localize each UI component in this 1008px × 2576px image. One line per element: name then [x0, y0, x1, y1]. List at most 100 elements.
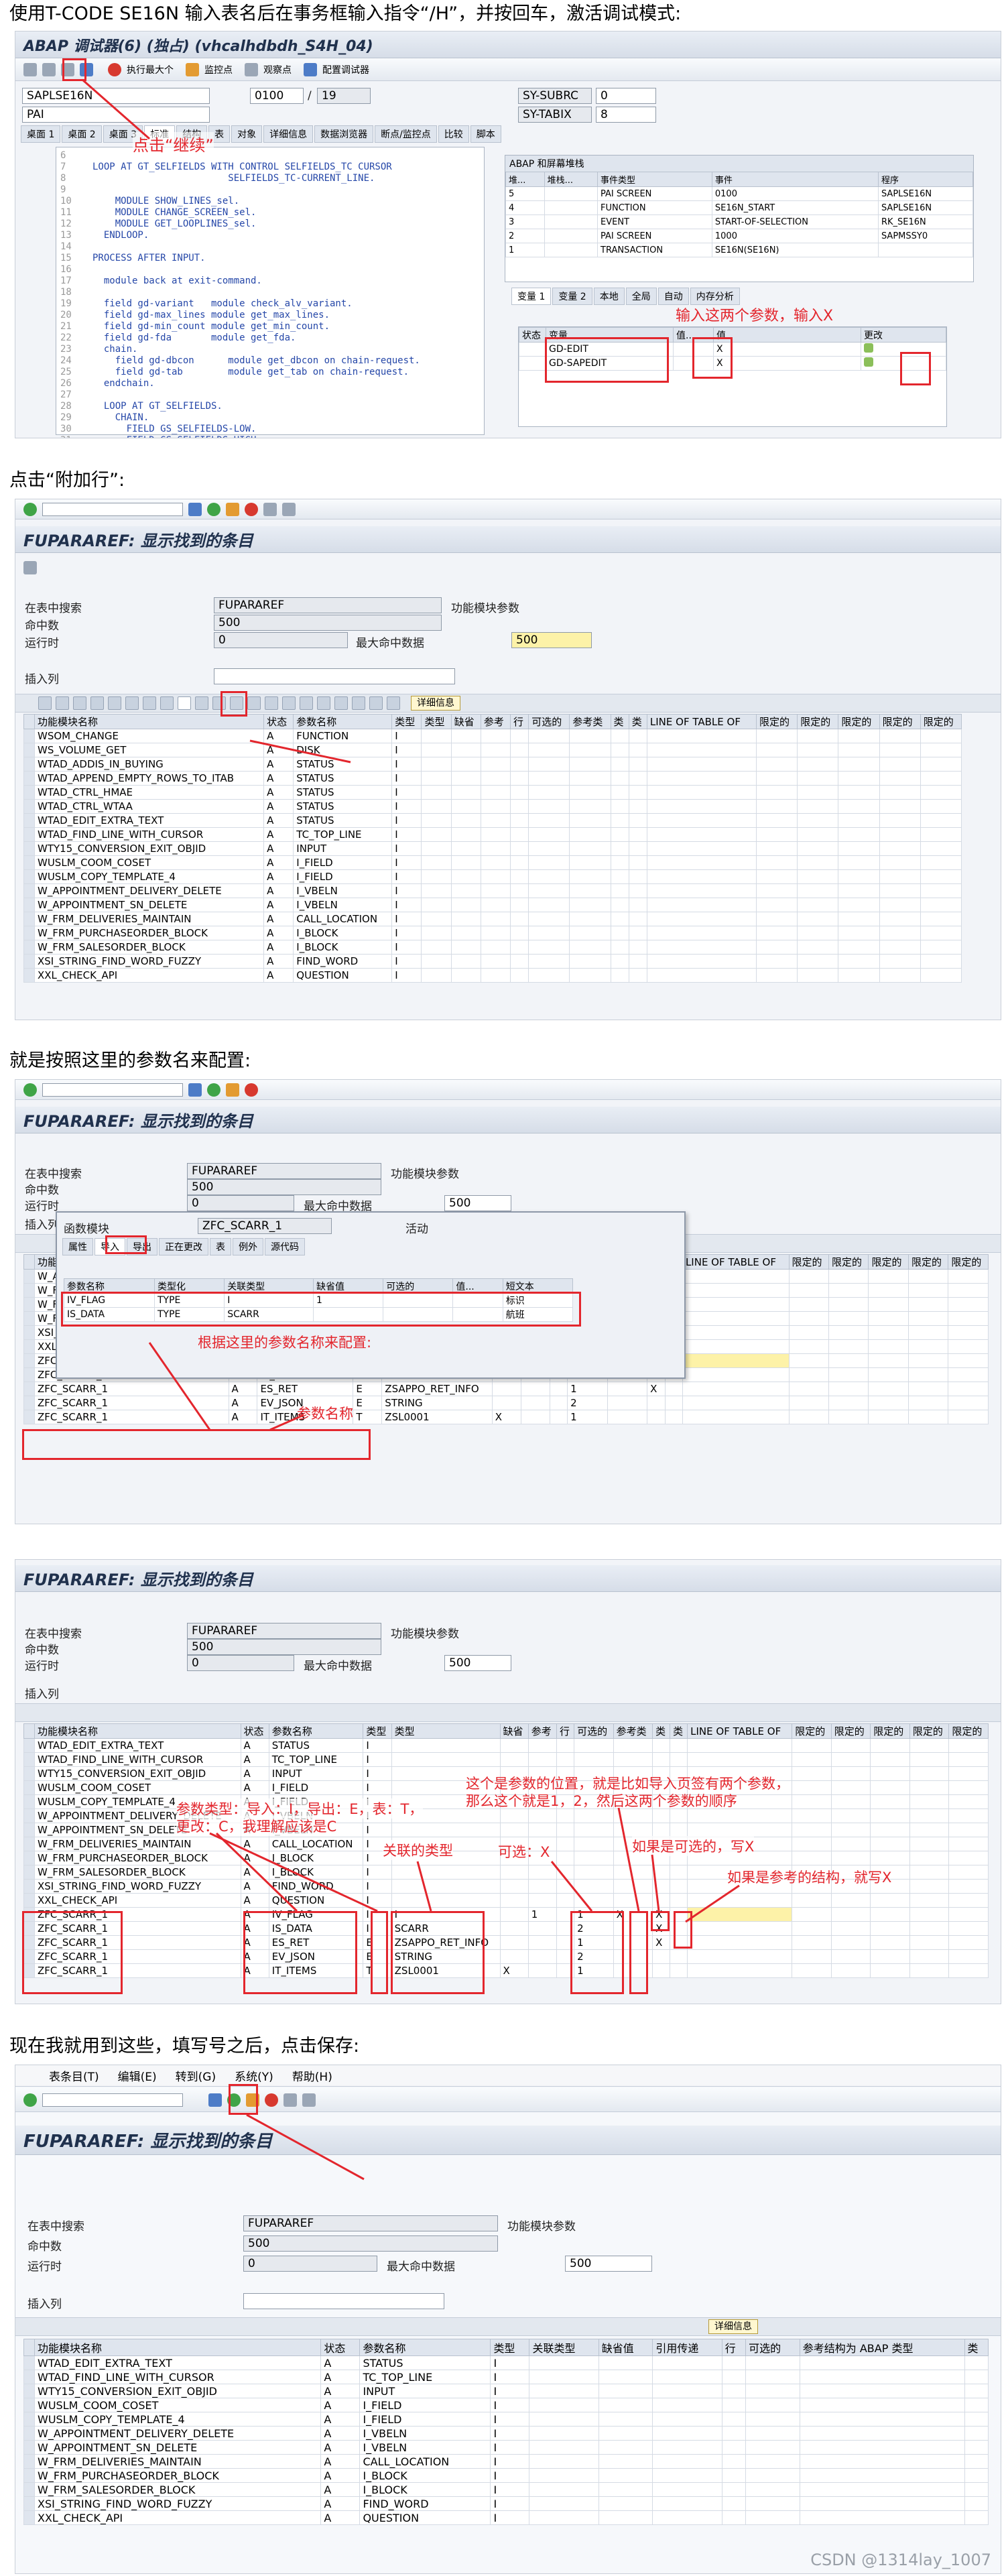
row-selector[interactable]	[23, 1766, 35, 1781]
row-selector[interactable]	[23, 841, 35, 856]
tab-global[interactable]: 全局	[625, 288, 657, 305]
row-selector[interactable]	[23, 729, 35, 743]
row-selector[interactable]	[23, 1893, 35, 1908]
row-selector[interactable]	[23, 813, 35, 828]
row-selector[interactable]	[23, 1794, 35, 1809]
max-hits-value[interactable]: 500	[444, 1195, 511, 1211]
details-button[interactable]: 详细信息	[411, 696, 460, 711]
exit-icon[interactable]	[226, 502, 239, 516]
table-row[interactable]: XSI_STRING_FIND_WORD_FUZZYAFIND_WORDI	[23, 2496, 989, 2511]
row-selector[interactable]	[23, 757, 35, 772]
row-selector[interactable]	[23, 771, 35, 786]
table-row[interactable]: WTAD_FIND_LINE_WITH_CURSOR A TC_TOP_LINE I	[23, 827, 962, 842]
pencil-icon[interactable]	[864, 357, 873, 367]
row-selector[interactable]	[23, 1738, 35, 1753]
grid-button[interactable]	[73, 696, 86, 710]
single-step-icon[interactable]	[23, 62, 37, 76]
save-icon[interactable]	[188, 1083, 202, 1097]
row-selector[interactable]	[23, 1297, 35, 1312]
menu-table-entry[interactable]: 表条目(T)	[49, 2067, 99, 2084]
tab-compare[interactable]: 比较	[438, 125, 469, 143]
table-row[interactable]: ZFC_SCARR_1 A IT_ITEMS T ZSL0001 X 1	[23, 1963, 989, 1978]
var-value[interactable]: X	[713, 342, 861, 357]
row-selector[interactable]	[23, 2496, 35, 2511]
insert-row-input[interactable]	[214, 668, 455, 684]
pencil-icon[interactable]	[864, 343, 873, 353]
tab-source[interactable]: 源代码	[265, 1238, 305, 1255]
grid-button[interactable]	[143, 696, 156, 710]
table-row[interactable]: WTAD_EDIT_EXTRA_TEXT A STATUS I	[23, 1738, 989, 1753]
table-row[interactable]: WUSLM_COOM_COSET A I_FIELD I	[23, 2398, 989, 2412]
tab-details[interactable]: 详细信息	[263, 125, 314, 143]
table-row[interactable]: W_FRM_DELIVERIES_MAINTAINACALL_LOCATIONI	[23, 2454, 989, 2469]
print-icon[interactable]	[263, 502, 277, 516]
row-selector[interactable]	[23, 1879, 35, 1894]
table-row[interactable]: WTAD_CTRL_HMAE A STATUS I	[23, 785, 962, 800]
select-all-checkbox[interactable]	[23, 2339, 35, 2356]
row-selector[interactable]	[23, 743, 35, 757]
row-selector[interactable]	[23, 2384, 35, 2398]
stop-icon[interactable]	[108, 62, 121, 76]
save-icon[interactable]	[208, 2093, 222, 2107]
row-selector[interactable]	[23, 1752, 35, 1767]
grid-button[interactable]	[387, 696, 400, 710]
cancel-icon[interactable]	[265, 2093, 278, 2107]
row-selector[interactable]	[23, 2355, 35, 2370]
find-icon[interactable]	[302, 2093, 316, 2107]
row-selector[interactable]	[23, 1823, 35, 1837]
tab-variables-2[interactable]: 变量 2	[552, 288, 592, 305]
row-selector[interactable]	[23, 940, 35, 955]
grid-button[interactable]	[247, 696, 261, 710]
row-selector[interactable]	[23, 1339, 35, 1354]
grid-button[interactable]	[352, 696, 365, 710]
row-selector[interactable]	[23, 827, 35, 842]
stack-row[interactable]: 2 PAI SCREEN 1000 SAPMSSY0	[505, 229, 974, 243]
row-selector[interactable]	[23, 2510, 35, 2525]
select-all-checkbox[interactable]	[23, 1723, 35, 1739]
tab-variables-1[interactable]: 变量 1	[511, 288, 552, 305]
row-selector[interactable]	[23, 1382, 35, 1396]
tab-auto[interactable]: 自动	[657, 288, 689, 305]
grid-button[interactable]	[56, 696, 69, 710]
row-selector[interactable]	[23, 1311, 35, 1326]
table-row[interactable]: WTAD_FIND_LINE_WITH_CURSOR A TC_TOP_LINE I	[23, 1752, 989, 1767]
table-row[interactable]: ZFC_SCARR_1 A EV_JSON E STRING 2	[23, 1949, 989, 1964]
row-selector[interactable]	[23, 898, 35, 912]
table-row[interactable]: WTAD_FIND_LINE_WITH_CURSOR A TC_TOP_LINE I	[23, 2370, 989, 2384]
tab-changing[interactable]: 正在更改	[159, 1238, 208, 1255]
table-row[interactable]: WTY15_CONVERSION_EXIT_OBJID A INPUT I	[23, 841, 962, 856]
observe-icon[interactable]	[245, 62, 258, 76]
table-row[interactable]: W_FRM_SALESORDER_BLOCKAI_BLOCKI	[23, 940, 962, 955]
grid-button[interactable]	[265, 696, 278, 710]
table-row[interactable]: XXL_CHECK_APIAQUESTIONI	[23, 968, 962, 983]
exit-icon[interactable]	[226, 1083, 239, 1097]
table-row[interactable]: WTAD_EDIT_EXTRA_TEXT A STATUS I	[23, 2355, 989, 2370]
table-row[interactable]: W_APPOINTMENT_DELIVERY_DELETEAI_VBELNI	[23, 2426, 989, 2441]
find-icon[interactable]	[282, 502, 296, 516]
table-row[interactable]: WTAD_EDIT_EXTRA_TEXT A STATUS I	[23, 813, 962, 828]
tab-desktop-2[interactable]: 桌面 2	[62, 125, 102, 143]
settings-icon[interactable]	[23, 561, 37, 574]
row-selector[interactable]	[23, 2426, 35, 2441]
row-selector[interactable]	[23, 1367, 35, 1382]
row-selector[interactable]	[23, 1837, 35, 1851]
tab-local[interactable]: 本地	[593, 288, 625, 305]
table-row[interactable]: XXL_CHECK_APIAQUESTIONI	[23, 2510, 989, 2525]
row-selector[interactable]	[23, 926, 35, 940]
table-row[interactable]: W_APPOINTMENT_SN_DELETEAI_VBELNI	[23, 898, 962, 912]
tab-attributes[interactable]: 属性	[62, 1238, 93, 1255]
table-row[interactable]: W_APPOINTMENT_SN_DELETEAI_VBELNI	[23, 1823, 989, 1837]
stack-row[interactable]: 5 PAI SCREEN 0100 SAPLSE16N	[505, 186, 974, 201]
toolbar-label-3[interactable]: 配置调试器	[322, 63, 369, 76]
command-field[interactable]	[42, 502, 183, 516]
table-row[interactable]: ZFC_SCARR_1 A ES_RET E ZSAPPO_RET_INFO 1 X	[23, 1935, 989, 1950]
menu-edit[interactable]: 编辑(E)	[118, 2067, 157, 2084]
row-selector[interactable]	[23, 1325, 35, 1340]
watchpoint-icon[interactable]	[186, 62, 199, 76]
grid-button[interactable]	[90, 696, 104, 710]
grid-button[interactable]	[195, 696, 208, 710]
row-selector[interactable]	[23, 912, 35, 926]
grid-button[interactable]	[282, 696, 296, 710]
stack-row[interactable]: 4 FUNCTION SE16N_START SAPLSE16N	[505, 200, 974, 215]
confirm-icon[interactable]	[23, 2093, 37, 2107]
